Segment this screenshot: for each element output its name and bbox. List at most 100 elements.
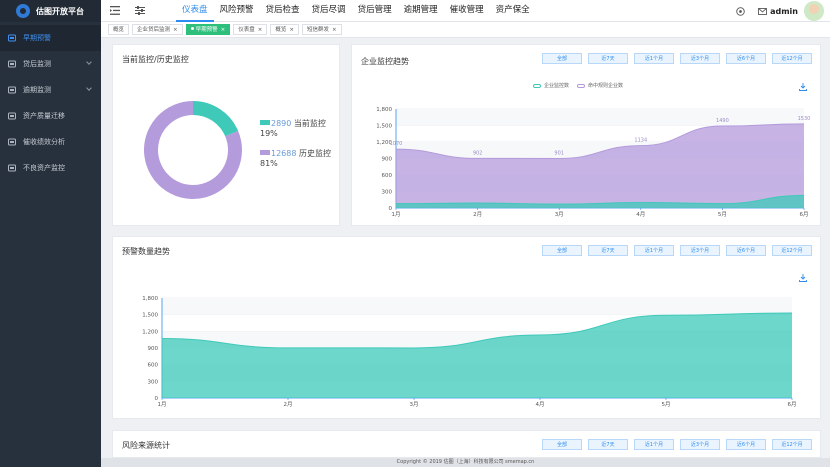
sidebar-item[interactable]: 不良资产监控 [0,155,101,181]
tab[interactable]: 概览 × [270,24,300,35]
monitor-icon [8,60,16,68]
settings-sliders-icon[interactable] [135,6,145,15]
sidebar-item-label: 贷后监测 [23,60,51,68]
y-tick-label: 1,200 [142,329,158,335]
mail-icon[interactable] [758,7,767,15]
range-button[interactable]: 近1个月 [634,53,674,64]
range-button[interactable]: 近7天 [588,53,628,64]
series-area [396,123,804,208]
download-icon[interactable] [799,83,807,91]
user-name[interactable]: admin [770,7,798,16]
legend-percent: 19% [260,129,278,138]
x-tick-label: 6月 [788,401,797,408]
menu-toggle-icon[interactable] [110,6,120,15]
avatar[interactable] [804,1,824,21]
x-tick-label: 4月 [536,401,545,408]
menu-item[interactable]: 风险预警 [214,0,260,22]
range-button[interactable]: 近12个月 [772,53,812,64]
range-button[interactable]: 近7天 [588,439,628,450]
close-icon[interactable]: × [221,27,226,33]
sidebar-item[interactable]: 资产质量迁移 [0,103,101,129]
tab-label: 企业贷后监测 [137,27,171,33]
range-button[interactable]: 近3个月 [680,245,720,256]
brand[interactable]: 估图开放平台 [0,0,101,22]
sidebar-item[interactable]: 贷后监测 [0,51,101,77]
y-tick-label: 600 [382,173,393,179]
legend-swatch [260,120,270,125]
x-tick-label: 3月 [555,211,564,218]
menu-item[interactable]: 贷后检查 [260,0,306,22]
chevron-down-icon [86,59,92,65]
legend-swatch [260,150,270,155]
menu-item[interactable]: 仪表盘 [176,0,214,22]
tab[interactable]: 企业贷后监测 × [132,24,183,35]
menu-item[interactable]: 催收管理 [444,0,490,22]
data-label: 1070 [390,141,403,147]
close-icon[interactable]: × [289,27,294,33]
tab[interactable]: 早期预警 × [185,24,231,35]
range-button[interactable]: 近12个月 [772,245,812,256]
range-button[interactable]: 全部 [542,53,582,64]
range-button[interactable]: 近3个月 [680,439,720,450]
y-tick-label: 900 [148,346,159,352]
tab[interactable]: 概览 [108,24,130,35]
x-tick-label: 1月 [158,401,167,408]
y-tick-label: 1,500 [376,124,392,130]
cart-icon [8,138,16,146]
range-button[interactable]: 全部 [542,439,582,450]
dashboard-icon [8,34,16,42]
tab-label: 短信群发 [307,27,330,33]
range-button[interactable]: 近1个月 [634,245,674,256]
range-button[interactable]: 全部 [542,245,582,256]
range-button[interactable]: 近6个月 [726,439,766,450]
range-button[interactable]: 近6个月 [726,245,766,256]
tab-label: 仪表盘 [238,27,255,33]
close-icon[interactable]: × [258,27,263,33]
data-label: 1530 [798,116,811,122]
menu-item[interactable]: 贷后管理 [352,0,398,22]
legend-percent: 81% [260,159,278,168]
range-button[interactable]: 近6个月 [726,53,766,64]
menu-item[interactable]: 贷后尽调 [306,0,352,22]
menu-item[interactable]: 资产保全 [490,0,536,22]
y-tick-label: 300 [382,190,393,196]
menu-item[interactable]: 逾期管理 [398,0,444,22]
monitor-ratio-panel: 当前监控/历史监控 2890 当前监控 19% 12688 历史监控 81% [112,44,340,226]
sidebar-item[interactable]: 逾期监测 [0,77,101,103]
download-icon[interactable] [799,274,807,282]
tab-label: 概览 [113,27,125,33]
range-button[interactable]: 近1个月 [634,439,674,450]
close-icon[interactable]: × [173,27,178,33]
range-buttons: 全部 近7天 近1个月 近3个月 近6个月 近12个月 [536,439,812,450]
tab[interactable]: 短信群发 × [302,24,342,35]
logo-icon [16,4,30,18]
legend-current: 2890 当前监控 19% [260,118,326,138]
globe-icon[interactable] [736,6,745,16]
sidebar-item[interactable]: 催收绩效分析 [0,129,101,155]
x-tick-label: 2月 [284,401,293,408]
donut-chart [144,101,242,199]
data-label: 1490 [716,118,729,124]
trend-legend: 企业监控数 命中规则企业数 [533,82,623,89]
page-tabs: 概览 企业贷后监测 × 早期预警 × 仪表盘 × 概览 × 短信群发 × [101,22,830,38]
sidebar-nav: 早期预警贷后监测逾期监测 资产质量迁移 催收绩效分析 不良资产监控 [0,25,101,181]
warning-trend-panel: 预警数量趋势 全部 近7天 近1个月 近3个月 近6个月 近12个月 0 300 600 900… [112,236,821,419]
legend-value: 2890 [271,119,292,128]
y-tick-label: 600 [148,363,159,369]
legend-label[interactable]: 命中规则企业数 [588,82,623,89]
legend-marker [577,83,586,88]
screen-icon [8,164,16,172]
donut-slice[interactable] [192,101,239,137]
legend-label[interactable]: 企业监控数 [544,82,569,89]
range-button[interactable]: 近12个月 [772,439,812,450]
tab[interactable]: 仪表盘 × [233,24,268,35]
range-button[interactable]: 近3个月 [680,53,720,64]
y-tick-label: 1,500 [142,313,158,319]
panel-title: 预警数量趋势 [122,247,170,256]
top-header: 仪表盘 风险预警 贷后检查 贷后尽调 贷后管理 逾期管理 催收管理 资产保全 admin [101,0,830,22]
close-icon[interactable]: × [332,27,337,33]
panel-title: 当前监控/历史监控 [122,55,189,64]
range-button[interactable]: 近7天 [588,245,628,256]
sidebar-item[interactable]: 早期预警 [0,25,101,51]
brand-title: 估图开放平台 [36,6,84,16]
